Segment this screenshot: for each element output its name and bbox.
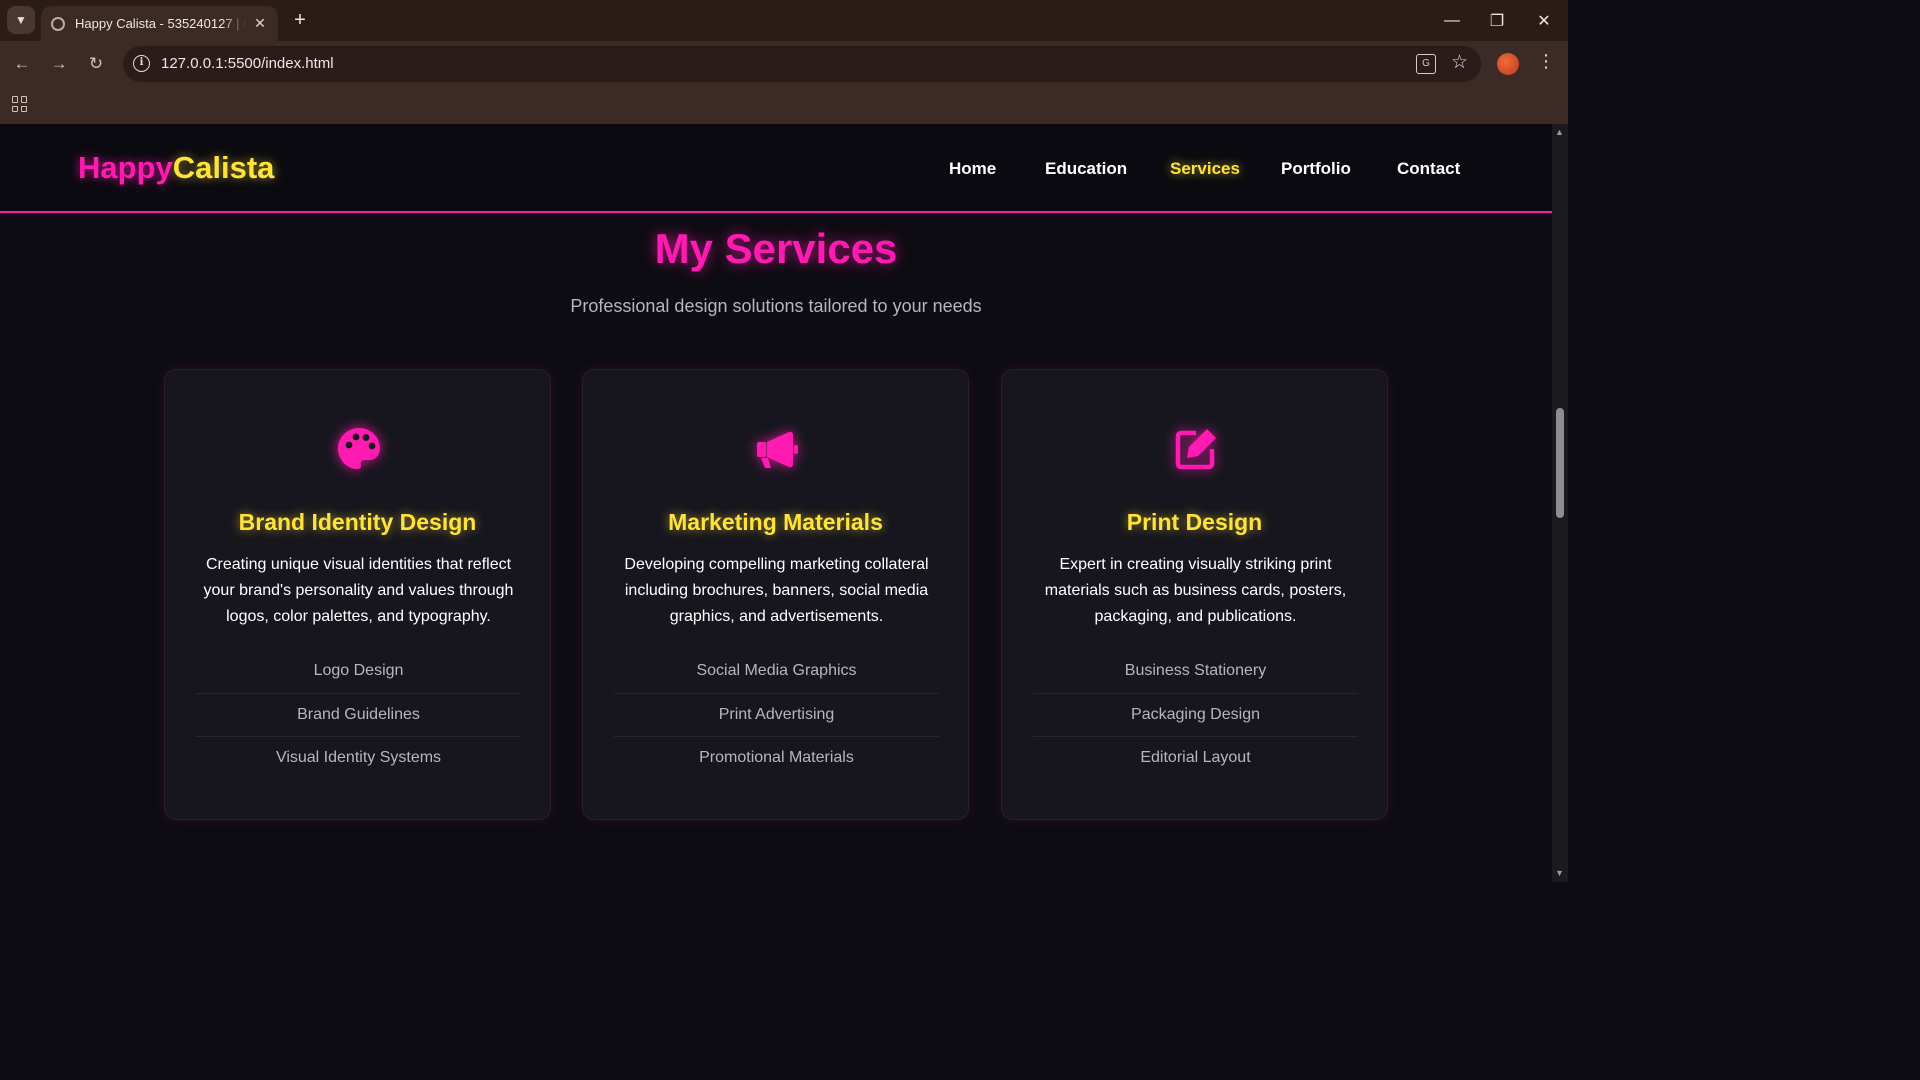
browser-toolbar: ← → ↻ i 127.0.0.1:5500/index.html G ☆ ⋮ [0, 41, 1568, 87]
logo-part-calista: Calista [172, 150, 275, 185]
profile-avatar[interactable] [1497, 53, 1519, 75]
forward-button[interactable]: → [47, 52, 71, 76]
browser-chrome: ▼ Happy Calista - 535240127 | Gr ✕ + — ❐… [0, 0, 1568, 124]
bookmarks-bar [0, 87, 1568, 124]
apps-grid-icon[interactable] [12, 96, 28, 112]
list-item: Promotional Materials [699, 749, 854, 766]
minimize-button[interactable]: — [1429, 0, 1475, 41]
service-card-marketing: Marketing Materials Developing compellin… [582, 369, 969, 820]
page-viewport: HappyCalista Home Education Services Por… [0, 124, 1552, 882]
translate-icon[interactable]: G [1416, 54, 1436, 74]
edit-icon [1175, 429, 1216, 470]
nav-services[interactable]: Services [1170, 159, 1240, 179]
nav-contact[interactable]: Contact [1397, 159, 1460, 179]
site-logo[interactable]: HappyCalista [78, 150, 274, 186]
nav-home[interactable]: Home [949, 159, 996, 179]
address-bar[interactable]: i 127.0.0.1:5500/index.html G ☆ [123, 46, 1481, 82]
reload-button[interactable]: ↻ [84, 52, 108, 76]
scroll-up-arrow-icon[interactable]: ▲ [1555, 127, 1564, 137]
card-description: Expert in creating visually striking pri… [1044, 556, 1347, 625]
globe-icon [51, 16, 65, 31]
list-item: Logo Design [196, 650, 521, 694]
close-tab-icon[interactable]: ✕ [252, 15, 268, 32]
list-item: Packaging Design [1033, 694, 1358, 737]
card-description: Developing compelling marketing collater… [624, 556, 929, 625]
new-tab-button[interactable]: + [288, 8, 312, 32]
tab-search-button[interactable]: ▼ [7, 6, 35, 34]
tab-strip: ▼ Happy Calista - 535240127 | Gr ✕ + — ❐… [0, 0, 1568, 41]
page-scrollbar[interactable]: ▲ ▼ [1552, 124, 1568, 882]
list-item: Business Stationery [1033, 650, 1358, 694]
site-header: HappyCalista Home Education Services Por… [0, 124, 1552, 213]
card-title: Brand Identity Design [238, 509, 477, 535]
list-item: Brand Guidelines [196, 694, 521, 737]
bookmark-star-icon[interactable]: ☆ [1451, 51, 1468, 74]
list-item: Social Media Graphics [614, 650, 939, 694]
restore-button[interactable]: ❐ [1474, 0, 1520, 41]
list-item: Editorial Layout [1140, 749, 1251, 766]
url-text[interactable]: 127.0.0.1:5500/index.html [161, 55, 334, 72]
card-feature-list: Social Media Graphics Print Advertising … [614, 650, 939, 781]
nav-portfolio[interactable]: Portfolio [1281, 159, 1351, 179]
section-title: My Services [654, 225, 898, 272]
scroll-down-arrow-icon[interactable]: ▼ [1555, 868, 1564, 878]
card-feature-list: Logo Design Brand Guidelines Visual Iden… [196, 650, 521, 781]
card-title: Print Design [1126, 509, 1263, 535]
bullhorn-icon [757, 431, 798, 468]
site-info-icon[interactable]: i [133, 55, 150, 72]
nav-education[interactable]: Education [1045, 159, 1127, 179]
list-item: Print Advertising [614, 694, 939, 737]
service-card-print: Print Design Expert in creating visually… [1001, 369, 1388, 820]
close-window-button[interactable]: ✕ [1521, 0, 1567, 41]
browser-tab[interactable]: Happy Calista - 535240127 | Gr ✕ [41, 6, 278, 41]
palette-icon [338, 428, 380, 469]
logo-part-happy: Happy [78, 150, 173, 185]
scrollbar-thumb[interactable] [1556, 408, 1564, 518]
tab-title: Happy Calista - 535240127 | Gr [75, 16, 247, 31]
card-feature-list: Business Stationery Packaging Design Edi… [1033, 650, 1358, 781]
menu-kebab-icon[interactable]: ⋮ [1536, 51, 1556, 72]
card-description: Creating unique visual identities that r… [203, 556, 514, 625]
section-subtitle: Professional design solutions tailored t… [570, 296, 982, 316]
card-title: Marketing Materials [668, 509, 883, 535]
back-button[interactable]: ← [10, 52, 34, 76]
list-item: Visual Identity Systems [275, 749, 442, 766]
service-card-brand-identity: Brand Identity Design Creating unique vi… [164, 369, 551, 820]
